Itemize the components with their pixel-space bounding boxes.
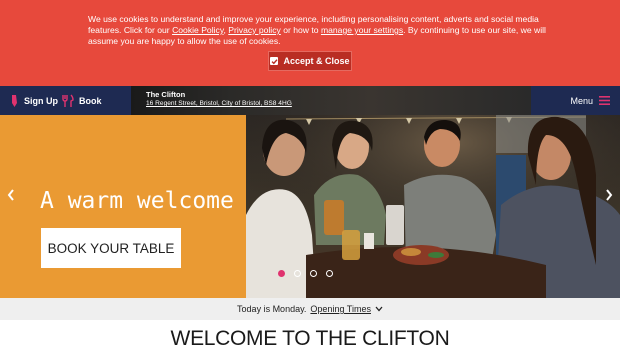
carousel-dot-4[interactable]: [326, 270, 333, 277]
carousel-prev-arrow-icon[interactable]: [5, 187, 17, 203]
pen-icon: [12, 94, 17, 107]
hero-headline: A warm welcome: [40, 188, 234, 214]
manage-settings-link[interactable]: manage your settings: [321, 25, 403, 35]
welcome-heading: WELCOME TO THE CLIFTON: [170, 327, 450, 350]
accept-close-label: Accept & Close: [283, 56, 350, 66]
menu-button[interactable]: Menu: [531, 86, 620, 115]
cutlery-icon: [62, 94, 74, 107]
sign-up-label: Sign Up: [24, 95, 58, 106]
cookie-banner: We use cookies to understand and improve…: [0, 0, 620, 86]
venue-name: The Clifton: [146, 90, 186, 99]
checkbox-icon: [270, 57, 279, 65]
today-text: Today is Monday.: [237, 304, 307, 314]
cookie-policy-link[interactable]: Cookie Policy: [172, 25, 223, 35]
opening-times-link[interactable]: Opening Times: [310, 304, 371, 314]
sign-up-button[interactable]: Sign Up: [10, 86, 58, 115]
book-label: Book: [79, 95, 102, 106]
accept-close-button[interactable]: Accept & Close: [268, 51, 352, 71]
carousel-dots: [278, 270, 333, 277]
hamburger-icon: [599, 96, 610, 105]
hero-panel: A warm welcome BOOK YOUR TABLE: [0, 115, 246, 298]
carousel-dot-2[interactable]: [294, 270, 301, 277]
cookie-message: We use cookies to understand and improve…: [88, 14, 548, 47]
book-button[interactable]: Book: [62, 86, 102, 115]
carousel-next-arrow-icon[interactable]: [603, 187, 615, 203]
hero-carousel: A warm welcome BOOK YOUR TABLE: [0, 115, 620, 298]
venue-address-link[interactable]: 16 Regent Street, Bristol, City of Brist…: [146, 100, 292, 107]
opening-times-bar: Today is Monday. Opening Times: [0, 298, 620, 320]
venue-info: The Clifton 16 Regent Street, Bristol, C…: [131, 86, 531, 115]
chevron-down-icon[interactable]: [375, 306, 383, 312]
top-nav: Sign Up Book The Clifton 16 Regent Stree…: [0, 86, 620, 115]
book-your-table-button[interactable]: BOOK YOUR TABLE: [41, 228, 181, 268]
cookie-text-part: or how to: [280, 25, 321, 35]
carousel-dot-1[interactable]: [278, 270, 285, 277]
carousel-dot-3[interactable]: [310, 270, 317, 277]
menu-label: Menu: [570, 95, 593, 106]
privacy-policy-link[interactable]: Privacy policy: [228, 25, 281, 35]
